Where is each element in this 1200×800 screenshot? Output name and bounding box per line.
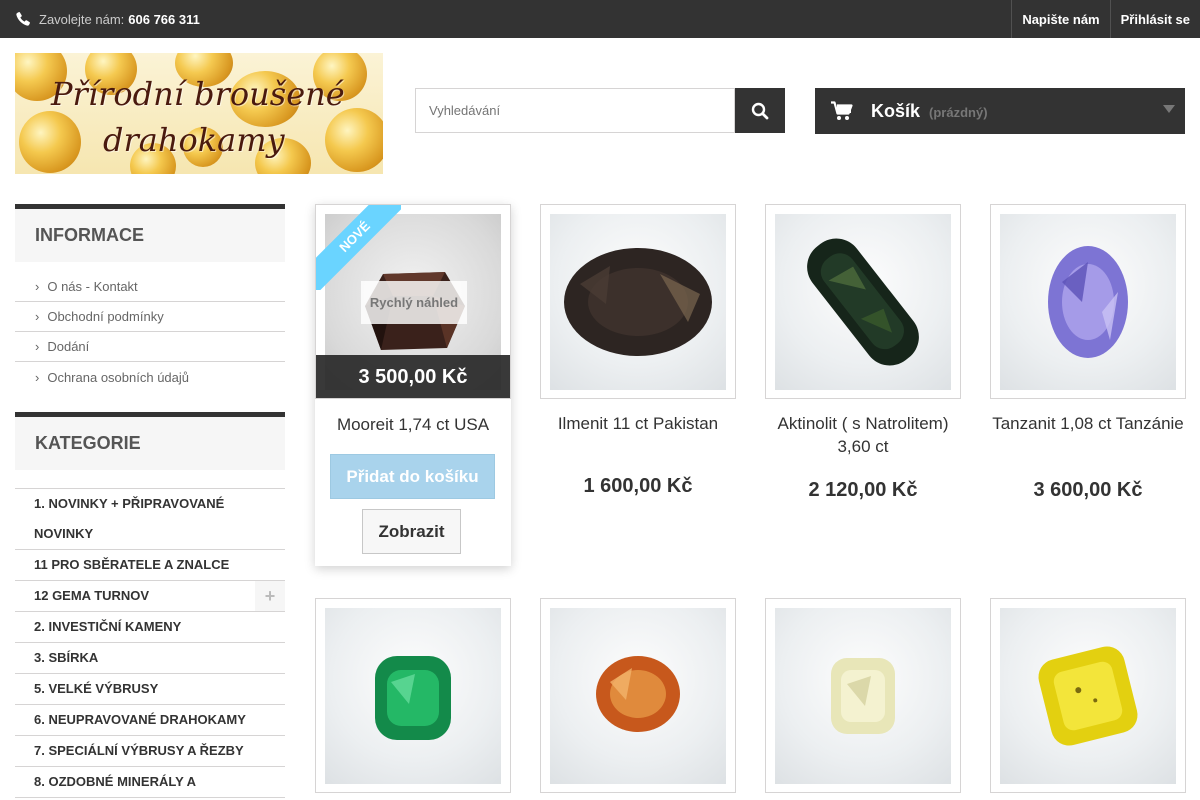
categories-block-title: KATEGORIE (15, 412, 285, 470)
quick-view-button[interactable]: Rychlý náhled (361, 281, 467, 324)
info-list: › O nás - Kontakt › Obchodní podmínky › Dod… (15, 262, 285, 392)
header: Přírodní broušené drahokamy Košík (prázd… (0, 38, 1200, 188)
chevron-right-icon: › (35, 339, 40, 354)
logo-line-2: drahokamy (103, 121, 285, 159)
logo-line-1: Přírodní broušené (51, 75, 345, 113)
product-image[interactable] (325, 608, 501, 784)
chevron-right-icon: › (35, 309, 40, 324)
categories-block: KATEGORIE 1. NOVINKY + PŘIPRAVOVANÉ NOVI… (15, 412, 285, 798)
product-name[interactable]: Ilmenit 11 ct Pakistan (540, 412, 736, 435)
top-links: Napište nám Přihlásit se (1011, 0, 1200, 38)
chevron-right-icon: › (35, 369, 40, 385)
sign-in-link[interactable]: Přihlásit se (1109, 0, 1200, 38)
product-price-overlay: 3 500,00 Kč (316, 355, 510, 398)
product-image[interactable] (550, 214, 726, 390)
category-item[interactable]: 2. INVESTIČNÍ KAMENY (15, 612, 285, 643)
search-icon (751, 102, 769, 119)
product-image-frame[interactable]: Nové Rychlý náhled 3 500,00 Kč (315, 204, 511, 399)
info-item-label: Ochrana osobních údajů (47, 369, 189, 385)
product-image[interactable] (1000, 214, 1176, 390)
chevron-down-icon[interactable] (1163, 105, 1175, 113)
contact-info: Zavolejte nám: 606 766 311 (15, 0, 200, 38)
cart-icon (831, 101, 853, 120)
product-image[interactable] (775, 608, 951, 784)
product-image-frame[interactable] (990, 598, 1186, 793)
phone-icon (16, 12, 30, 26)
product-image-frame[interactable] (315, 598, 511, 793)
add-to-cart-button[interactable]: Přidat do košíku (330, 454, 495, 499)
product-name[interactable]: Mooreit 1,74 ct USA (315, 413, 511, 436)
search-input[interactable] (415, 88, 735, 133)
product-card[interactable]: Nové Rychlý náhled 3 500,00 Kč Mooreit 1… (315, 204, 511, 566)
new-badge-label: Nové (316, 205, 401, 290)
product-price: 1 600,00 Kč (583, 475, 693, 497)
info-item-delivery[interactable]: › Dodání (15, 332, 285, 362)
product-name[interactable]: Aktinolit ( s Natrolitem) 3,60 ct (765, 412, 961, 458)
view-product-button[interactable]: Zobrazit (362, 509, 461, 554)
info-item-label: Dodání (47, 339, 90, 354)
cart-status: (prázdný) (929, 105, 988, 120)
product-image-frame[interactable] (990, 204, 1186, 399)
category-item[interactable]: 3. SBÍRKA (15, 643, 285, 674)
product-name[interactable]: Tanzanit 1,08 ct Tanzánie (990, 412, 1186, 435)
info-item-terms[interactable]: › Obchodní podmínky (15, 302, 285, 332)
cart-block[interactable]: Košík (prázdný) (815, 88, 1185, 134)
expand-plus-icon[interactable]: + (255, 581, 285, 611)
info-item-about[interactable]: › O nás - Kontakt (15, 272, 285, 302)
chevron-right-icon: › (35, 279, 40, 294)
product-image-frame[interactable] (765, 598, 961, 793)
product-image[interactable] (775, 214, 951, 390)
category-list: 1. NOVINKY + PŘIPRAVOVANÉ NOVINKY 11 PRO… (15, 488, 285, 798)
product-price: 3 600,00 Kč (1033, 479, 1143, 501)
product-image-frame[interactable] (540, 598, 736, 793)
contact-label: Zavolejte nám: (39, 11, 125, 27)
category-item[interactable]: 1. NOVINKY + PŘIPRAVOVANÉ NOVINKY (15, 489, 285, 550)
top-bar: Zavolejte nám: 606 766 311 Napište nám P… (0, 0, 1200, 38)
category-item[interactable]: 7. SPECIÁLNÍ VÝBRUSY A ŘEZBY (15, 736, 285, 767)
info-block-title: INFORMACE (15, 204, 285, 262)
product-image[interactable] (550, 608, 726, 784)
info-item-label: Obchodní podmínky (47, 309, 164, 324)
category-label: 12 GEMA TURNOV (34, 588, 150, 603)
product-image-frame[interactable] (540, 204, 736, 399)
info-item-label: O nás - Kontakt (47, 279, 138, 294)
search-bar (415, 88, 785, 133)
search-button[interactable] (735, 88, 785, 133)
product-price: 2 120,00 Kč (808, 479, 918, 501)
info-item-privacy[interactable]: › Ochrana osobních údajů (15, 362, 285, 392)
shop-logo[interactable]: Přírodní broušené drahokamy (15, 53, 383, 174)
sidebar: INFORMACE › O nás - Kontakt › Obchodní pod… (15, 204, 285, 798)
category-item[interactable]: 8. OZDOBNÉ MINERÁLY A (15, 767, 285, 798)
product-image-frame[interactable] (765, 204, 961, 399)
cart-title: Košík (871, 100, 921, 121)
phone-number[interactable]: 606 766 311 (128, 12, 200, 27)
category-item[interactable]: 11 PRO SBĚRATELE A ZNALCE (15, 550, 285, 581)
new-badge: Nové (316, 205, 401, 290)
product-image[interactable] (1000, 608, 1176, 784)
contact-us-link[interactable]: Napište nám (1011, 0, 1109, 38)
category-item[interactable]: 5. VELKÉ VÝBRUSY (15, 674, 285, 705)
category-item[interactable]: 12 GEMA TURNOV + (15, 581, 285, 612)
category-item[interactable]: 6. NEUPRAVOVANÉ DRAHOKAMY (15, 705, 285, 736)
